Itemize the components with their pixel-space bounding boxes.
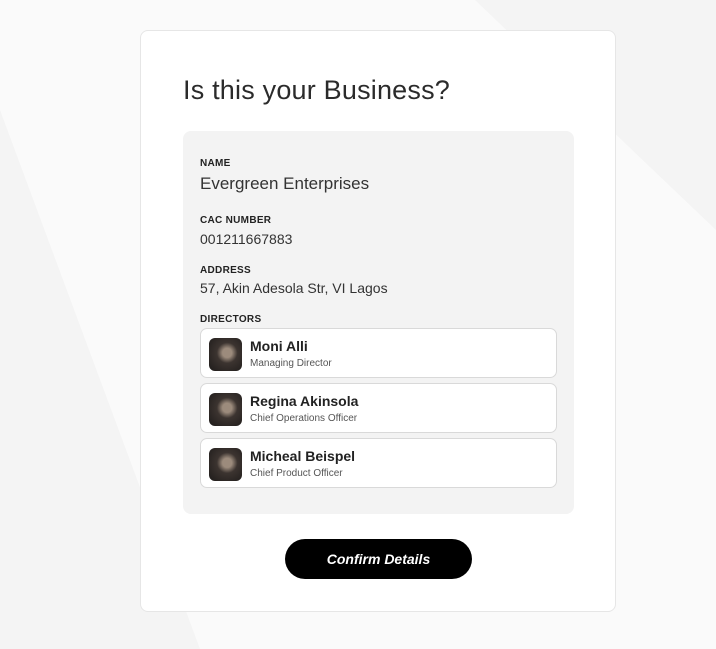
directors-label: DIRECTORS xyxy=(200,314,262,325)
director-name: Regina Akinsola xyxy=(250,393,359,409)
director-role: Managing Director xyxy=(250,358,332,369)
business-card: Is this your Business? NAME Evergreen En… xyxy=(140,30,616,612)
cac-number-value: 001211667883 xyxy=(200,231,293,247)
business-details-panel: NAME Evergreen Enterprises CAC NUMBER 00… xyxy=(183,131,574,514)
confirm-details-button[interactable]: Confirm Details xyxy=(285,539,472,579)
avatar xyxy=(209,448,242,481)
avatar xyxy=(209,338,242,371)
address-label: ADDRESS xyxy=(200,265,251,276)
director-role: Chief Operations Officer xyxy=(250,413,358,424)
director-name: Moni Alli xyxy=(250,338,308,354)
director-name: Micheal Beispel xyxy=(250,448,356,464)
name-label: NAME xyxy=(200,158,231,169)
director-role: Chief Product Officer xyxy=(250,468,343,479)
name-value: Evergreen Enterprises xyxy=(200,174,370,193)
page-title: Is this your Business? xyxy=(183,75,451,105)
address-value: 57, Akin Adesola Str, VI Lagos xyxy=(200,280,388,296)
director-card[interactable]: Moni Alli Managing Director xyxy=(200,328,557,378)
director-card[interactable]: Micheal Beispel Chief Product Officer xyxy=(200,438,557,488)
director-card[interactable]: Regina Akinsola Chief Operations Officer xyxy=(200,383,557,433)
avatar xyxy=(209,393,242,426)
cac-number-label: CAC NUMBER xyxy=(200,215,272,226)
